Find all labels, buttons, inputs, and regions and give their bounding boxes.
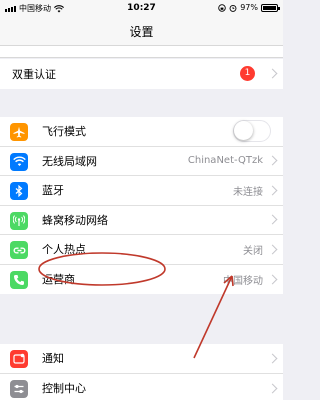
phone-icon: [10, 270, 28, 289]
row-value: 中国移动: [223, 275, 263, 287]
chevron-right-icon: [267, 274, 278, 285]
row-label: 通知: [42, 352, 64, 366]
network-settings-group: 飞行模式 无线局域网 ChinaNet-QTzk 蓝牙 未连接 蜂窝移动网络 个…: [0, 117, 283, 294]
row-label: 个人热点: [42, 243, 86, 257]
wifi-icon: [10, 152, 28, 171]
chevron-right-icon: [267, 383, 278, 394]
bluetooth-icon: [10, 182, 28, 200]
hotspot-link-icon: [10, 241, 28, 259]
antenna-icon: [10, 211, 28, 230]
notification-icon: [10, 350, 28, 368]
notification-settings-group: 通知 控制中心: [0, 344, 283, 400]
row-personal-hotspot[interactable]: 个人热点 关闭: [0, 235, 283, 265]
navigation-bar: 设置: [0, 16, 283, 46]
rotation-lock-icon: [218, 3, 226, 12]
row-label: 运营商: [42, 273, 75, 287]
battery-percent: 97%: [240, 3, 258, 12]
row-notifications[interactable]: 通知: [0, 344, 283, 374]
row-airplane-mode[interactable]: 飞行模式: [0, 117, 283, 147]
page-title: 设置: [129, 25, 154, 39]
battery-level: [263, 5, 276, 10]
status-bar: 中国移动 10:27 97%: [0, 0, 283, 16]
two-factor-group: 双重认证 1: [0, 59, 283, 89]
row-value: 未连接: [233, 186, 263, 198]
row-label: 蜂窝移动网络: [42, 213, 108, 227]
row-value: ChinaNet-QTzk: [187, 155, 263, 167]
alarm-icon: [229, 4, 237, 12]
battery-icon: [261, 3, 280, 12]
chevron-right-icon: [267, 155, 278, 166]
airplane-icon: [10, 123, 28, 141]
toggle-knob: [234, 121, 253, 141]
previous-group-peek: [0, 46, 283, 58]
row-two-factor-auth[interactable]: 双重认证 1: [0, 59, 283, 89]
sliders-icon: [10, 379, 28, 398]
status-right: 97%: [218, 3, 280, 12]
chevron-right-icon: [267, 68, 278, 79]
row-label: 无线局域网: [42, 154, 97, 168]
row-control-center[interactable]: 控制中心: [0, 374, 283, 400]
row-carrier[interactable]: 运营商 中国移动: [0, 265, 283, 295]
chevron-right-icon: [267, 185, 278, 196]
chevron-right-icon: [267, 353, 278, 364]
chevron-right-icon: [267, 214, 278, 225]
row-bluetooth[interactable]: 蓝牙 未连接: [0, 176, 283, 206]
row-label: 双重认证: [12, 67, 56, 81]
airplane-mode-toggle[interactable]: [233, 120, 271, 143]
row-cellular[interactable]: 蜂窝移动网络: [0, 206, 283, 235]
row-label: 控制中心: [42, 382, 86, 396]
row-label: 蓝牙: [42, 184, 64, 198]
row-label: 飞行模式: [42, 125, 86, 139]
notification-badge: 1: [240, 66, 255, 82]
chevron-right-icon: [267, 244, 278, 255]
row-value: 关闭: [243, 245, 263, 257]
row-wifi[interactable]: 无线局域网 ChinaNet-QTzk: [0, 147, 283, 176]
